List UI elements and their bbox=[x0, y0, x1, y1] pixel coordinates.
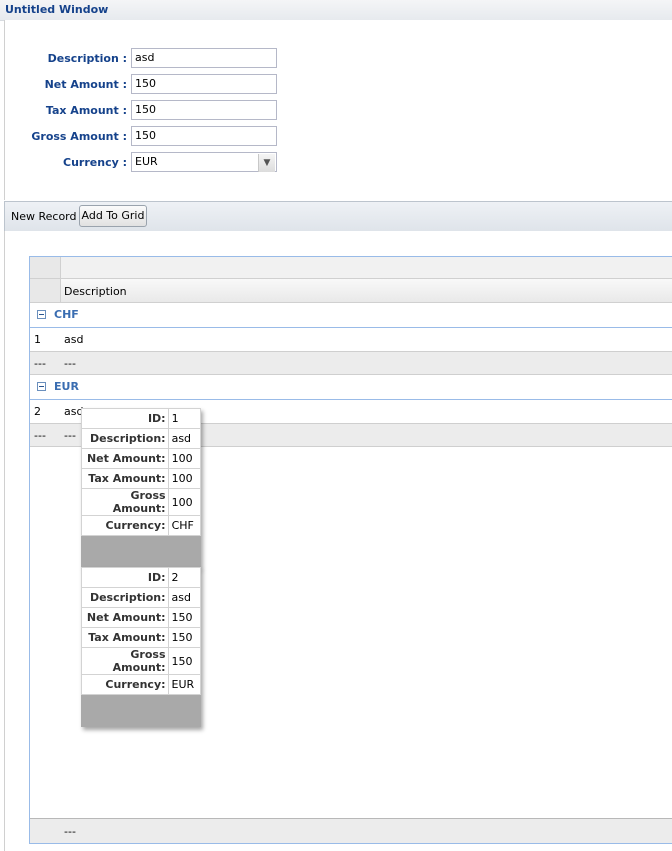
tooltip-table: ID: 2 Description: asd Net Amount: 150 Tax … bbox=[81, 567, 202, 695]
tax-amount-field[interactable]: 150 bbox=[131, 100, 277, 120]
row-number: 2 bbox=[34, 405, 41, 418]
description-row: Description : bbox=[5, 48, 127, 70]
record-tooltip: ID: 1 Description: asd Net Amount: 100 Tax … bbox=[81, 408, 202, 568]
tooltip-table: ID: 1 Description: asd Net Amount: 100 Tax … bbox=[81, 408, 202, 536]
tooltip-value: 150 bbox=[167, 607, 202, 628]
tooltip-value: EUR bbox=[167, 674, 202, 695]
tooltip-row: Currency: CHF bbox=[81, 515, 202, 536]
gross-amount-row: Gross Amount : bbox=[5, 126, 127, 148]
tooltip-key: Net Amount: bbox=[81, 607, 169, 628]
description-cell: asd bbox=[64, 333, 84, 346]
gross-amount-label: Gross Amount : bbox=[31, 130, 127, 143]
group-header-eur[interactable]: EUR bbox=[30, 375, 672, 401]
description-column-header[interactable]: Description bbox=[64, 285, 127, 298]
tooltip-row: ID: 1 bbox=[81, 408, 202, 429]
new-record-text: New Record bbox=[11, 210, 77, 223]
collapse-icon[interactable] bbox=[37, 310, 46, 319]
grid-top-bar bbox=[30, 257, 672, 279]
tax-amount-row: Tax Amount : bbox=[5, 100, 127, 122]
window-title-bar[interactable]: Untitled Window bbox=[0, 0, 672, 21]
tooltip-row: Description: asd bbox=[81, 587, 202, 608]
tooltip-value: 100 bbox=[167, 468, 202, 489]
currency-combo[interactable]: EUR ▼ bbox=[131, 152, 277, 172]
tooltip-key: Currency: bbox=[81, 515, 169, 536]
record-form: Description : asd Net Amount : 150 Tax A… bbox=[4, 20, 672, 200]
tooltip-key: Gross Amount: bbox=[81, 488, 169, 516]
group-label: CHF bbox=[54, 308, 79, 321]
summary-description: --- bbox=[64, 429, 76, 442]
tooltip-key: Gross Amount: bbox=[81, 647, 169, 675]
summary-number: --- bbox=[34, 429, 46, 442]
row-number-header bbox=[30, 279, 61, 302]
tooltip-row: Description: asd bbox=[81, 428, 202, 449]
tooltip-row: Tax Amount: 100 bbox=[81, 468, 202, 489]
description-field[interactable]: asd bbox=[131, 48, 277, 68]
tooltip-value: asd bbox=[167, 587, 202, 608]
tax-amount-label: Tax Amount : bbox=[45, 104, 127, 117]
collapse-icon[interactable] bbox=[37, 382, 46, 391]
tooltip-key: Tax Amount: bbox=[81, 468, 169, 489]
footer-summary: --- bbox=[64, 825, 76, 838]
currency-row: Currency : bbox=[5, 152, 127, 174]
tooltip-key: Tax Amount: bbox=[81, 627, 169, 648]
tooltip-row: Gross Amount: 100 bbox=[81, 488, 202, 516]
tooltip-value: asd bbox=[167, 428, 202, 449]
tooltip-value: 2 bbox=[167, 567, 202, 588]
tooltip-row: Currency: EUR bbox=[81, 674, 202, 695]
grid-header: Description bbox=[30, 279, 672, 303]
gross-amount-field[interactable]: 150 bbox=[131, 126, 277, 146]
row-number-header-top bbox=[30, 257, 61, 278]
add-to-grid-button[interactable]: Add To Grid bbox=[79, 205, 147, 227]
group-summary-row: --- --- bbox=[30, 351, 672, 375]
summary-description: --- bbox=[64, 357, 76, 370]
tooltip-key: Currency: bbox=[81, 674, 169, 695]
tooltip-row: ID: 2 bbox=[81, 567, 202, 588]
chevron-down-icon[interactable]: ▼ bbox=[258, 154, 275, 172]
tooltip-key: Net Amount: bbox=[81, 448, 169, 469]
tooltip-row: Net Amount: 100 bbox=[81, 448, 202, 469]
tooltip-value: CHF bbox=[167, 515, 202, 536]
net-amount-label: Net Amount : bbox=[44, 78, 127, 91]
group-label: EUR bbox=[54, 380, 79, 393]
group-header-chf[interactable]: CHF bbox=[30, 303, 672, 329]
row-number: 1 bbox=[34, 333, 41, 346]
summary-number: --- bbox=[34, 357, 46, 370]
description-label: Description : bbox=[47, 52, 127, 65]
tooltip-row: Tax Amount: 150 bbox=[81, 627, 202, 648]
tooltip-value: 150 bbox=[167, 627, 202, 648]
tooltip-key: Description: bbox=[81, 428, 169, 449]
record-tooltip: ID: 2 Description: asd Net Amount: 150 Tax … bbox=[81, 567, 202, 727]
tooltip-key: ID: bbox=[81, 567, 169, 588]
tooltip-row: Net Amount: 150 bbox=[81, 607, 202, 628]
tooltip-key: ID: bbox=[81, 408, 169, 429]
tooltip-value: 100 bbox=[167, 448, 202, 469]
tooltip-value: 1 bbox=[167, 408, 202, 429]
tooltip-row: Gross Amount: 150 bbox=[81, 647, 202, 675]
grid-footer: --- bbox=[30, 818, 672, 843]
tooltip-value: 150 bbox=[167, 647, 202, 675]
net-amount-field[interactable]: 150 bbox=[131, 74, 277, 94]
table-row[interactable]: 1 asd bbox=[30, 328, 672, 352]
net-amount-row: Net Amount : bbox=[5, 74, 127, 96]
toolbar: New Record Add To Grid bbox=[4, 201, 672, 232]
tooltip-key: Description: bbox=[81, 587, 169, 608]
currency-label: Currency : bbox=[63, 156, 127, 169]
tooltip-value: 100 bbox=[167, 488, 202, 516]
window-title: Untitled Window bbox=[5, 3, 109, 16]
currency-value: EUR bbox=[135, 155, 158, 168]
